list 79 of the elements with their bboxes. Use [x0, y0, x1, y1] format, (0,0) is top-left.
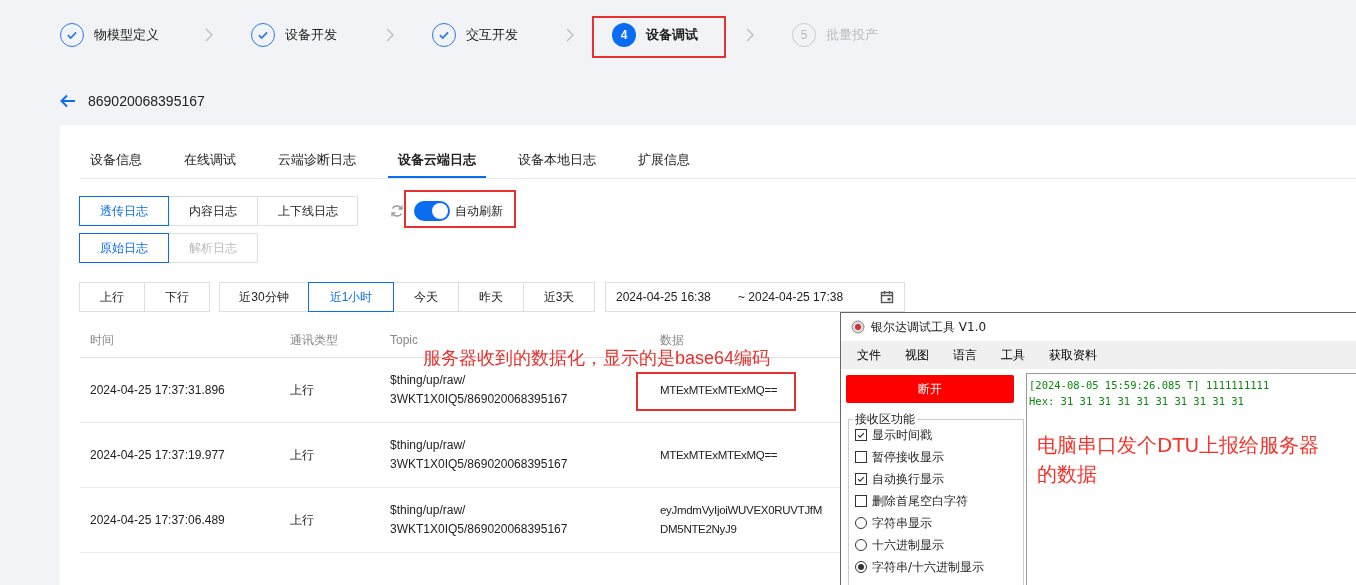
tab[interactable]: 设备信息	[80, 145, 152, 178]
table-cell: 上行	[290, 447, 314, 462]
checkbox[interactable]	[855, 495, 867, 507]
segment-button[interactable]: 昨天	[458, 282, 524, 312]
log-line: Hex: 31 31 31 31 31 31 31 31 31 31	[1029, 394, 1245, 409]
radio-label: 字符串/十六进制显示	[872, 558, 985, 576]
device-id: 869020068395167	[88, 93, 205, 109]
table-cell-text: eyJmdmVyIjoiWUVEX0RUVTJfM	[660, 503, 823, 518]
checkbox[interactable]	[855, 429, 867, 441]
chevron-icon	[204, 27, 214, 43]
radio-label: 十六进制显示	[872, 536, 944, 554]
step-label[interactable]: 设备调试	[646, 26, 698, 44]
segment-button[interactable]: 透传日志	[79, 196, 169, 226]
chevron-icon	[745, 27, 755, 43]
chevron-icon	[385, 27, 395, 43]
segment-button[interactable]: 下行	[144, 282, 210, 312]
checkbox[interactable]	[855, 473, 867, 485]
table-cell-text: MTExMTExMTExMQ==	[660, 447, 778, 463]
segment-button[interactable]: 今天	[393, 282, 459, 312]
table-cell: 2024-04-25 17:37:06.489	[90, 512, 225, 527]
annotation-text: 服务器收到的数据化，显示的是base64编码	[423, 347, 771, 370]
table-cell-text: 3WKT1X0IQ5/869020068395167	[390, 521, 568, 538]
segment-button[interactable]: 近30分钟	[219, 282, 309, 312]
disconnect-button[interactable]: 断开	[846, 375, 1014, 403]
app-icon	[851, 320, 865, 334]
menu-item[interactable]: 语言	[947, 346, 987, 364]
check-icon	[856, 474, 866, 484]
tab[interactable]: 扩展信息	[628, 145, 700, 178]
table-cell: 上行	[290, 512, 314, 527]
checkbox-label: 删除首尾空白字符	[872, 492, 968, 510]
menu-item[interactable]: 获取资料	[1043, 346, 1107, 364]
step-label[interactable]: 设备开发	[285, 26, 337, 44]
checkbox[interactable]	[855, 451, 867, 463]
step-label[interactable]: 物模型定义	[94, 26, 159, 44]
log-line: [2024-08-05 15:59:26.085 T] 1111111111	[1029, 378, 1271, 393]
tab[interactable]: 在线调试	[174, 145, 246, 178]
segment-button[interactable]: 近3天	[523, 282, 595, 312]
menu-item[interactable]: 文件	[851, 346, 891, 364]
table-cell-text: 3WKT1X0IQ5/869020068395167	[390, 391, 568, 408]
tab[interactable]: 设备云端日志	[388, 145, 486, 178]
segment-button[interactable]: 原始日志	[79, 233, 169, 263]
table-cell: 2024-04-25 17:37:19.977	[90, 447, 225, 462]
radio-label: 字符串显示	[872, 514, 932, 532]
column-header: 时间	[90, 332, 114, 347]
table-cell: 上行	[290, 382, 314, 397]
annotation-text: 电脑串口发个DTU上报给服务器的数据	[1037, 432, 1321, 488]
calendar-icon	[880, 290, 894, 304]
table-cell-text: $thing/up/raw/	[390, 372, 466, 389]
tab[interactable]: 云端诊断日志	[268, 145, 366, 178]
segment-button[interactable]: 内容日志	[168, 196, 258, 226]
column-header: 数据	[660, 332, 684, 347]
date-range-field[interactable]: 2024-04-25 16:38 ~ 2024-04-25 17:38	[605, 282, 905, 312]
checkbox-label: 暂停接收显示	[872, 448, 944, 466]
menu-item[interactable]: 视图	[899, 346, 939, 364]
menu-item[interactable]: 工具	[995, 346, 1035, 364]
table-cell-text: DM5NTE2NyJ9	[660, 522, 737, 537]
check-icon	[856, 430, 866, 440]
table-cell: 2024-04-25 17:37:31.896	[90, 382, 225, 397]
refresh-icon[interactable]	[390, 204, 404, 218]
tab[interactable]: 设备本地日志	[508, 145, 606, 178]
checkbox-label: 显示时间戳	[872, 426, 932, 444]
group-title: 接收区功能	[853, 411, 917, 428]
table-cell-text: 3WKT1X0IQ5/869020068395167	[390, 456, 568, 473]
chevron-icon	[565, 27, 575, 43]
column-header: 通讯类型	[290, 332, 338, 347]
toggle-label: 自动刷新	[455, 202, 503, 220]
toggle-switch[interactable]	[414, 201, 450, 221]
column-header: Topic	[390, 333, 418, 347]
table-cell-text: $thing/up/raw/	[390, 437, 466, 454]
table-cell-text: $thing/up/raw/	[390, 502, 466, 519]
checkbox-label: 自动换行显示	[872, 470, 944, 488]
window-title: 银尔达调试工具 V1.0	[871, 318, 987, 336]
back-arrow-icon[interactable]	[60, 94, 76, 108]
segment-button[interactable]: 近1小时	[308, 282, 394, 312]
table-cell-text: MTExMTExMTExMQ==	[660, 382, 778, 398]
step-number: 4	[612, 23, 636, 47]
segment-button[interactable]: 上行	[79, 282, 145, 312]
step-label[interactable]: 交互开发	[466, 26, 518, 44]
segment-button[interactable]: 上下线日志	[257, 196, 358, 226]
